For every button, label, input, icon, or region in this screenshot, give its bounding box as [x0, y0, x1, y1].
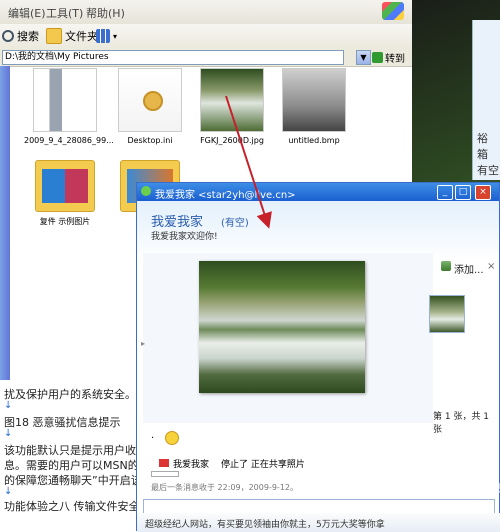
go-button[interactable]: 转到 [372, 49, 405, 65]
article-line: 扰及保护用户的系统安全。 [4, 388, 136, 401]
menu-tools[interactable]: 工具(T) [46, 5, 83, 21]
add-photo-button[interactable]: 添加... [441, 261, 484, 276]
paragraph-arrow-icon: ↓ [4, 486, 13, 497]
file-thumbnail [33, 68, 97, 132]
file-thumbnail [282, 68, 346, 132]
go-arrow-icon [372, 51, 383, 63]
folders-button[interactable]: 文件夹 [46, 27, 98, 45]
go-label: 转到 [385, 53, 405, 65]
page-counter: 第 1 张，共 1 张 [433, 412, 490, 435]
close-panel-icon[interactable]: × [487, 261, 495, 272]
message-text: 停止了 正在共享照片 [221, 460, 305, 470]
address-input[interactable]: D:\我的文档\My Pictures [2, 50, 344, 65]
personal-message: 我爱我家欢迎你! [151, 232, 218, 242]
menu-bar: 编辑(E) 工具(T) 帮助(H) [0, 0, 412, 25]
close-button[interactable]: × [475, 185, 491, 200]
minimize-button[interactable]: _ [437, 185, 453, 200]
add-photo-label: 添加... [454, 265, 484, 276]
article-line: 图18 恶意骚扰信息提示 [4, 416, 121, 429]
side-text: 箱 [477, 148, 488, 161]
file-thumbnail [200, 68, 264, 132]
add-photo-icon [441, 261, 451, 271]
msn-buddy-icon [141, 186, 151, 196]
search-button[interactable]: 搜索 [2, 27, 39, 45]
progress-bar [151, 471, 179, 477]
maximize-button[interactable]: □ [455, 185, 471, 200]
settings-file-icon [118, 68, 182, 132]
window-title: 我爱我家 <star2yh@live.cn> [155, 190, 296, 201]
paragraph-arrow-icon: ↓ [4, 428, 13, 439]
file-item[interactable]: Desktop.ini [109, 68, 191, 145]
contact-status: (有空) [221, 218, 249, 229]
article-text: 扰及保护用户的系统安全。 ↓ 图18 恶意骚扰信息提示 ↓ 该功能默认只是提示用… [0, 380, 140, 531]
address-bar: D:\我的文档\My Pictures ▼ 转到 [0, 48, 412, 67]
task-pane [0, 66, 10, 380]
message-sender-icon [159, 459, 169, 467]
side-text: 裕 [477, 132, 488, 145]
file-item[interactable]: untitled.bmp [273, 68, 355, 145]
article-line: 的保障您通畅聊天”中开启该 [4, 474, 140, 487]
views-icon [96, 29, 110, 43]
folder-icon [35, 160, 95, 212]
article-line: 该功能默认只是提示用户收到 [4, 444, 140, 457]
paragraph-arrow-icon: ↓ [4, 400, 13, 411]
status-bar: 超级经纪人网站，有买要见领袖由你就主，5万元大奖等你拿 [137, 513, 500, 532]
message-sender: 我爱我家 [173, 460, 210, 470]
contact-name[interactable]: 我爱我家 [151, 211, 203, 230]
menu-help[interactable]: 帮助(H) [86, 5, 125, 21]
views-button[interactable]: ▾ [96, 27, 117, 45]
shared-photo[interactable] [199, 261, 365, 393]
side-text: 有空 [477, 164, 499, 177]
smiley-icon [165, 431, 179, 445]
toolbar: 搜索 文件夹 ▾ [0, 24, 412, 49]
expand-arrow-icon[interactable]: ▸ [141, 339, 145, 348]
photo-share-panel [143, 253, 433, 423]
search-label: 搜索 [17, 30, 39, 43]
side-panel: 裕 箱 有空 [472, 20, 500, 180]
file-item-selected[interactable]: FGKJ_2600D.jpg [191, 68, 273, 145]
views-dropdown-icon: ▾ [113, 31, 118, 41]
file-label: Desktop.ini [127, 136, 173, 145]
watermark-logo: PConline [414, 477, 500, 498]
article-line: 功能体验之八 传输文件安全 [4, 500, 140, 513]
file-label: 2009_9_4_28086_99... [24, 136, 114, 145]
folder-icon [46, 28, 62, 44]
file-label: FGKJ_2600D.jpg [200, 136, 264, 145]
file-label: untitled.bmp [288, 136, 340, 145]
last-received: 最后一条消息收于 22:09，2009-9-12。 [151, 483, 298, 492]
search-icon [2, 30, 14, 42]
title-bar: 我爱我家 <star2yh@live.cn> _ □ × [137, 183, 499, 201]
folder-item[interactable]: 复件 示例图片 [24, 160, 106, 227]
folders-label: 文件夹 [65, 30, 98, 43]
article-line: 息。需要的用户可以MSN的“ [4, 459, 140, 472]
photo-thumbnail[interactable] [429, 295, 465, 333]
address-dropdown-button[interactable]: ▼ [356, 50, 371, 65]
dots-separator: · [151, 433, 155, 444]
folder-label: 复件 示例图片 [39, 217, 91, 226]
windows-logo-icon [382, 2, 404, 20]
ad-text[interactable]: 超级经纪人网站，有买要见领袖由你就主，5万元大奖等你拿 [145, 517, 385, 530]
file-item[interactable]: 2009_9_4_28086_99... [24, 68, 114, 145]
menu-edit[interactable]: 编辑(E) [8, 5, 46, 21]
